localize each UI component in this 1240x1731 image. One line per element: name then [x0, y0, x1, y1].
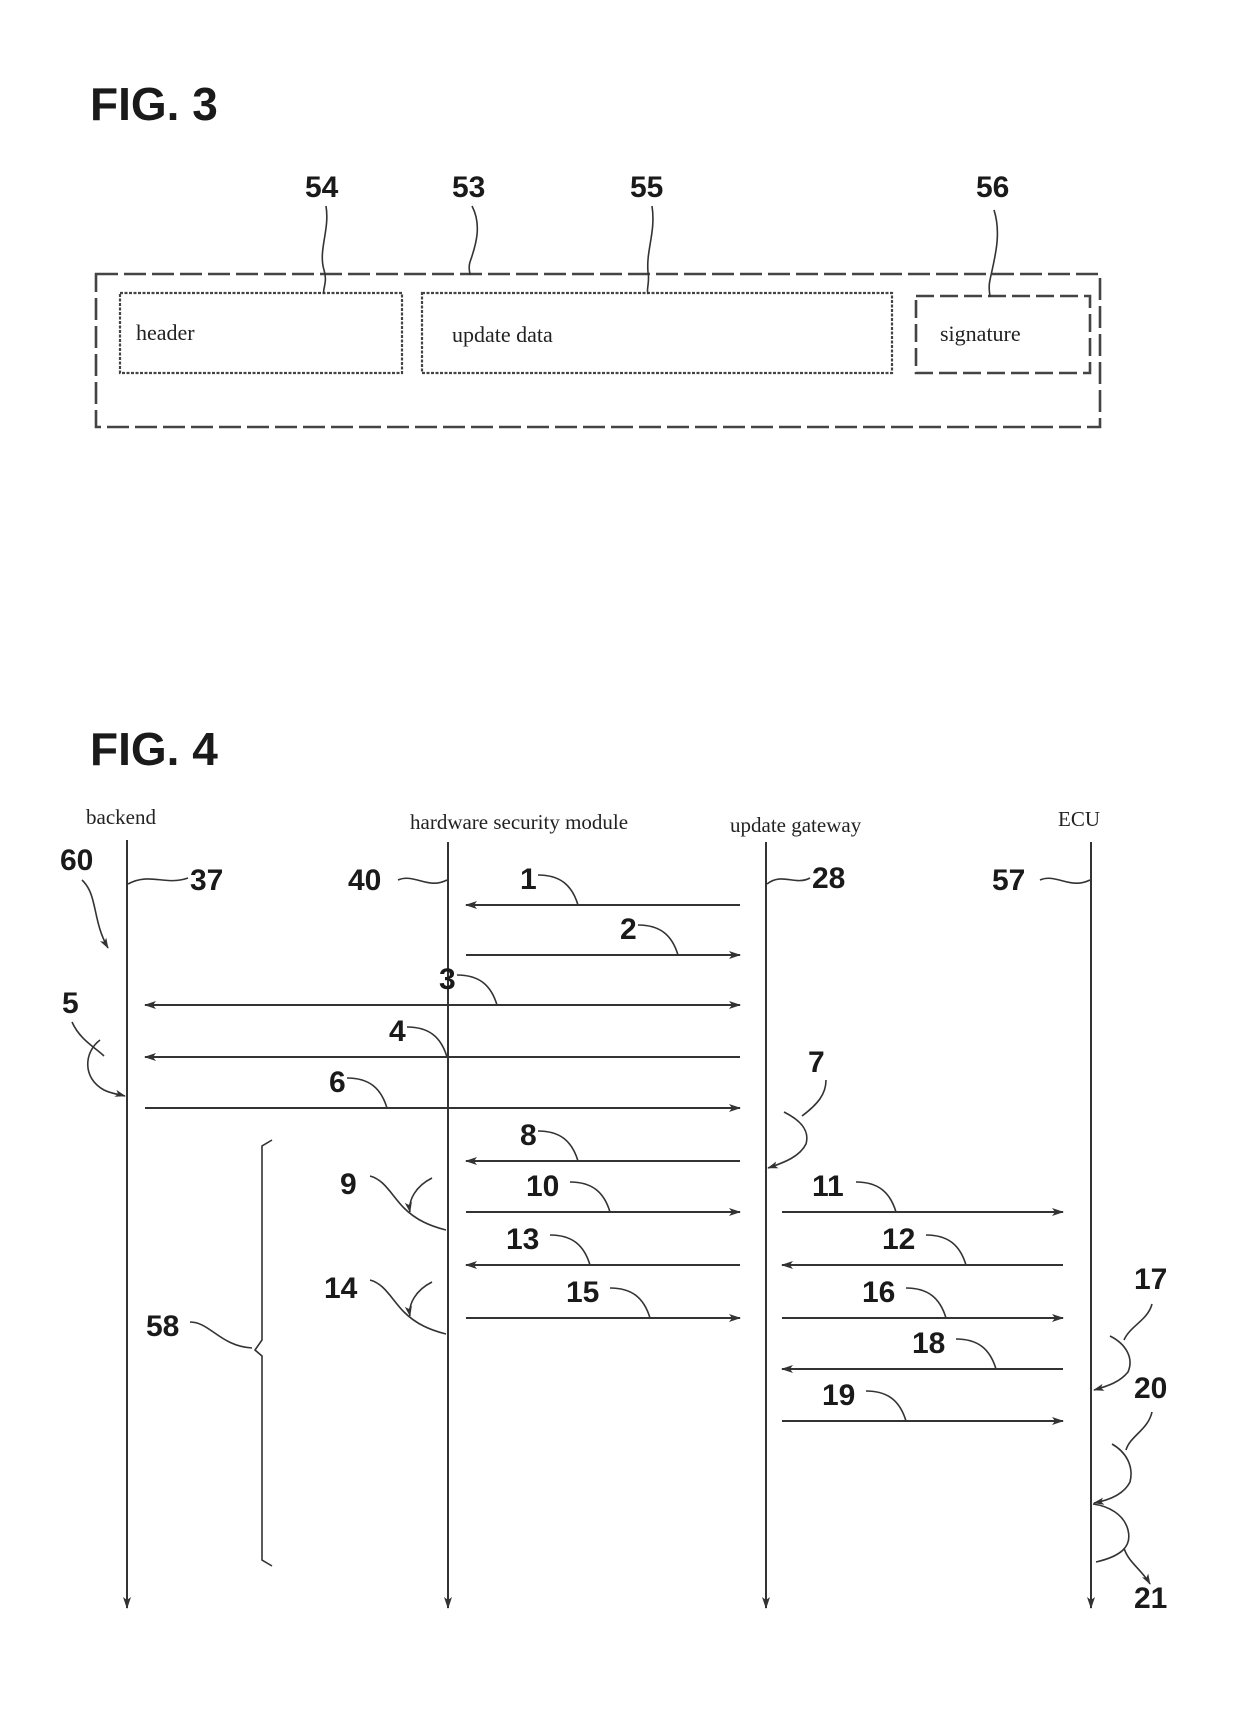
message-leader-16: [905, 1287, 947, 1319]
ref-37: 37: [190, 864, 223, 897]
lane-label-ecu: ECU: [1058, 807, 1100, 831]
message-leader-4: [406, 1026, 448, 1058]
message-label-10: 10: [526, 1170, 559, 1203]
leader-58: [189, 1321, 253, 1349]
ref-60: 60: [60, 844, 93, 877]
leader-28: [766, 877, 811, 885]
ref-55: 55: [630, 171, 663, 204]
message-leader-15: [609, 1287, 651, 1319]
message-label-12: 12: [882, 1223, 915, 1256]
ref-14: 14: [324, 1272, 358, 1305]
message-leader-6: [346, 1077, 388, 1109]
lane-label-hsm: hardware security module: [410, 810, 628, 834]
patent-drawing-sheet: FIG. 3 header update data signature 54 5…: [60, 78, 1167, 1615]
leader-53: [468, 205, 479, 276]
message-leader-1: [537, 874, 579, 906]
message-label-16: 16: [862, 1276, 895, 1309]
message-leader-13: [549, 1234, 591, 1266]
ref-7: 7: [808, 1046, 825, 1079]
leader-14: [369, 1279, 447, 1335]
leader-21: [1092, 1503, 1150, 1584]
ref-54: 54: [305, 171, 339, 204]
leader-57: [1039, 877, 1091, 885]
leader-60: [81, 879, 109, 949]
ref-53: 53: [452, 171, 485, 204]
header-field-label: header: [136, 320, 195, 345]
update-data-field-label: update data: [452, 322, 553, 347]
leader-20: [1094, 1411, 1153, 1503]
leader-9: [369, 1175, 447, 1231]
message-leader-18: [955, 1338, 997, 1370]
lane-label-backend: backend: [86, 805, 156, 829]
leader-7: [768, 1079, 827, 1168]
ref-56: 56: [976, 171, 1009, 204]
leader-56: [988, 209, 999, 298]
leader-54: [321, 205, 328, 295]
message-label-13: 13: [506, 1223, 539, 1256]
lane-label-gateway: update gateway: [730, 813, 862, 837]
ref-58: 58: [146, 1310, 179, 1343]
message-leader-2: [637, 924, 679, 956]
header-field: header: [118, 291, 404, 375]
message-label-6: 6: [329, 1066, 346, 1099]
ref-57: 57: [992, 864, 1025, 897]
ref-21: 21: [1134, 1582, 1167, 1615]
message-label-3: 3: [439, 963, 456, 996]
leader-40: [397, 877, 448, 885]
leader-55: [646, 205, 654, 295]
ref-9: 9: [340, 1168, 357, 1201]
fig4-title: FIG. 4: [90, 723, 218, 775]
message-label-18: 18: [912, 1327, 945, 1360]
message-label-11: 11: [812, 1170, 844, 1203]
update-data-field: update data: [420, 291, 894, 375]
signature-field-label: signature: [940, 321, 1021, 346]
message-label-8: 8: [520, 1119, 537, 1152]
message-label-2: 2: [620, 913, 637, 946]
leader-37: [127, 877, 189, 885]
message-leader-10: [569, 1181, 611, 1213]
message-leader-11: [855, 1181, 897, 1213]
message-label-19: 19: [822, 1379, 855, 1412]
ref-28: 28: [812, 862, 845, 895]
message-leader-12: [925, 1234, 967, 1266]
fig3-title: FIG. 3: [90, 78, 218, 130]
ref-20: 20: [1134, 1372, 1167, 1405]
message-leader-8: [537, 1130, 579, 1162]
ref-17: 17: [1134, 1263, 1167, 1296]
message-label-1: 1: [520, 863, 537, 896]
message-label-4: 4: [389, 1015, 406, 1048]
message-label-15: 15: [566, 1276, 599, 1309]
ref-40: 40: [348, 864, 381, 897]
message-leader-19: [865, 1390, 907, 1422]
leader-5: [71, 1021, 125, 1096]
message-leader-3: [456, 974, 498, 1006]
signature-field: signature: [914, 294, 1092, 375]
bracket-58: [253, 1139, 273, 1567]
figure-4: FIG. 4 backend hardware security module …: [60, 723, 1167, 1615]
ref-5: 5: [62, 987, 79, 1020]
figure-3: FIG. 3 header update data signature 54 5…: [90, 78, 1102, 429]
message-arrows: 12346810 11121315 161819: [144, 863, 1064, 1425]
